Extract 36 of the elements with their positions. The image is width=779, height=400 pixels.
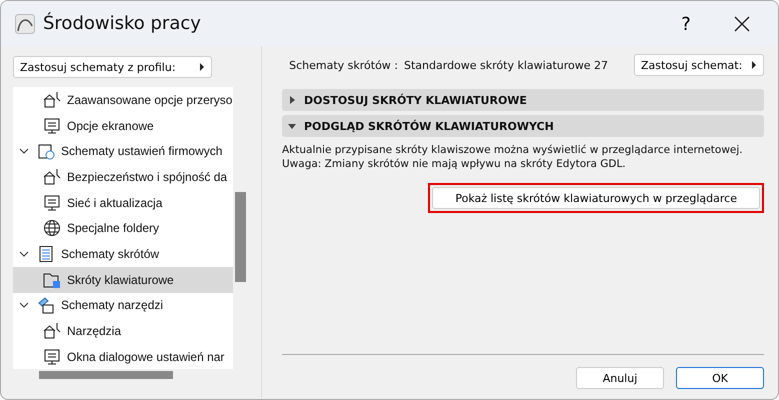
scheme-label: Schematy skrótów : xyxy=(289,58,398,72)
scheme-value: Standardowe skróty klawiaturowe 27 xyxy=(404,58,608,72)
caret-icon xyxy=(288,122,296,130)
caret-icon xyxy=(288,96,296,104)
dialog-button[interactable]: Anuluj xyxy=(576,367,664,389)
close-icon[interactable] xyxy=(732,14,752,34)
chevron-icon[interactable] xyxy=(19,300,29,310)
tree-item[interactable]: Narzędzia xyxy=(13,318,233,344)
caret-icon xyxy=(199,63,205,71)
tree-item[interactable]: Skróty klawiaturowe xyxy=(13,266,233,292)
tree-item[interactable]: Bezpieczeństwo i spójność da xyxy=(13,164,233,190)
help-button[interactable]: ? xyxy=(676,14,696,34)
tree-group[interactable]: Schematy ustawień firmowych xyxy=(13,138,233,164)
tree-group[interactable]: Schematy skrótów xyxy=(13,241,233,267)
window-title: Środowisko pracy xyxy=(43,13,202,34)
section-header[interactable]: PODGLĄD SKRÓTÓW KLAWIATUROWYCH xyxy=(282,115,764,137)
tree-item[interactable]: Opcje ekranowe xyxy=(13,112,233,138)
chevron-icon[interactable] xyxy=(19,146,29,156)
scrollbar-thumb[interactable] xyxy=(235,192,246,282)
section-title: DOSTOSUJ SKRÓTY KLAWIATUROWE xyxy=(304,94,527,106)
caret-icon xyxy=(751,61,757,69)
chevron-icon[interactable] xyxy=(19,248,29,259)
description-text: Aktualnie przypisane skróty klawiszowe można wyświetlić w przeglądarce internetowej. Uwaga: Zmiany skrótów nie mają wpływu na skróty Edytora GDL. xyxy=(282,143,744,171)
profile-menu-button[interactable]: Zastosuj schematy z profilu: xyxy=(13,56,212,78)
apply-scheme-button[interactable]: Zastosuj schemat: xyxy=(634,54,764,76)
tree-item[interactable]: Okna dialogowe ustawień nar xyxy=(13,344,233,369)
scrollbar-thumb[interactable] xyxy=(39,371,173,379)
tree-item[interactable]: Specjalne foldery xyxy=(13,215,233,242)
tree-item[interactable]: Sieć i aktualizacja xyxy=(13,190,233,216)
show-list-button[interactable]: Pokaż listę skrótów klawiaturowych w przeglądarce xyxy=(432,187,760,209)
dialog-button[interactable]: OK xyxy=(676,367,764,389)
section-header[interactable]: DOSTOSUJ SKRÓTY KLAWIATUROWE xyxy=(282,89,764,111)
tree-group[interactable]: Schematy narzędzi xyxy=(13,292,233,318)
tree-item[interactable]: Zaawansowane opcje przeryso xyxy=(13,87,233,113)
section-title: PODGLĄD SKRÓTÓW KLAWIATUROWYCH xyxy=(304,120,554,132)
app-logo-icon xyxy=(15,14,35,34)
